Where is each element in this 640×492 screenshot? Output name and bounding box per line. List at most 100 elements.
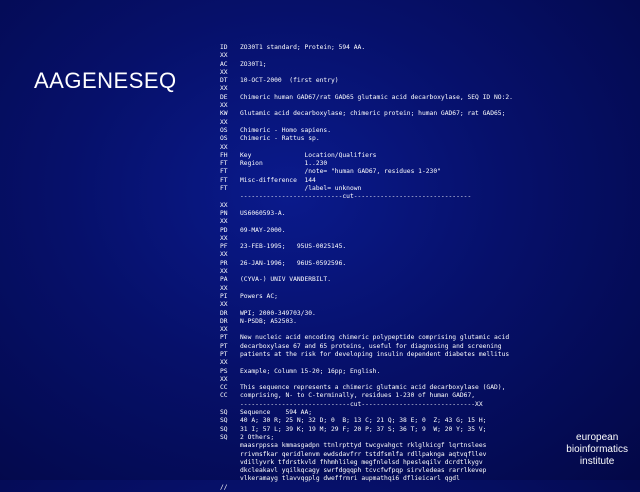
line-text: Chimeric - Homo sapiens. [240,126,331,134]
ebi-line-bioinformatics: bioinformatics [566,444,628,455]
line-text [240,235,635,243]
line-code: XX [220,326,228,334]
line-code: KW [220,110,228,118]
line-code: PT [220,350,228,358]
record-line: DR N-PSDB; A52503. [220,318,635,326]
line-text: Chimeric human GAD67/rat GAD65 glutamic … [240,93,513,101]
record-line: XX [220,119,635,127]
line-code: CC [220,392,228,400]
line-text: -----------------------------cut--------… [240,400,483,408]
record-line: PA (CYVA-) UNIV VANDERBILT. [220,276,635,284]
line-code: FT [220,168,228,176]
line-text: Sequence 594 AA; [240,409,313,417]
record-line: PI Powers AC; [220,293,635,301]
line-code: FT [220,176,228,184]
line-code: XX [220,301,228,309]
line-text: decarboxylase 67 and 65 proteins, useful… [240,342,502,350]
line-code: PR [220,259,228,267]
line-text: 23-FEB-1995; 95US-0025145. [240,243,347,251]
record-line: XX [220,69,635,77]
line-text [240,268,635,276]
line-code: PS [220,367,228,375]
record-line: XX [220,251,635,259]
line-code: SQ [220,425,228,433]
line-text: patients at the risk for developing insu… [240,350,510,358]
record-line: XX [220,52,635,60]
record-line: DT 10-OCT-2000 (first entry) [220,77,635,85]
line-text: US6060593-A. [240,209,286,217]
line-code: CC [220,384,228,392]
record-line: PD 09-MAY-2000. [220,227,635,235]
line-text [240,202,635,210]
page-title: AAGENESEQ [34,68,177,93]
line-text: WPI; 2000-349703/30. [240,309,316,317]
line-code: PN [220,209,228,217]
line-code: FT [220,160,228,168]
record-line: XX [220,285,635,293]
record-line: PS Example; Column 15-20; 16pp; English. [220,368,635,376]
record-line: FT Misc-difference 144 [220,177,635,185]
line-code: PT [220,334,228,342]
line-text: Misc-difference 144 [240,176,316,184]
record-line: PR 26-JAN-1996; 96US-0592596. [220,260,635,268]
line-text: New nucleic acid encoding chimeric polyp… [240,334,510,342]
sequence-record: ID ZO30T1 standard; Protein; 594 AA. XX AC Z… [220,44,635,492]
line-code: XX [220,102,228,110]
line-text [240,251,635,259]
line-code: XX [220,234,228,242]
line-code: DR [220,317,228,325]
line-text [240,85,635,93]
line-code: // [220,483,228,491]
line-text: dkcleakavl yqilkqcagy swrfdgqqph tcvcfwf… [240,467,487,475]
line-code: XX [220,268,228,276]
record-line: AC ZO30T1; [220,61,635,69]
record-line: FT Region 1..230 [220,160,635,168]
line-text: 09-MAY-2000. [240,226,286,234]
ebi-line-institute: institute [579,456,615,467]
record-line: PT decarboxylase 67 and 65 proteins, usef… [220,343,635,351]
line-code: PI [220,292,228,300]
line-code: XX [220,52,228,60]
record-line: DE Chimeric human GAD67/rat GAD65 glutami… [220,94,635,102]
record-line: PT patients at the risk for developing in… [220,351,635,359]
line-text [240,301,635,309]
record-line: DR WPI; 2000-349703/30. [220,310,635,318]
record-line: XX [220,218,635,226]
line-code: SQ [220,409,228,417]
line-code: XX [220,68,228,76]
record-line: SQ 40 A; 30 R; 25 N; 32 D; 0 B; 13 C; 21 … [220,417,635,425]
record-line: dkcleakavl yqilkqcagy swrfdgqqph tcvcfwf… [220,467,635,475]
ebi-logo-text: european bioinformatics institute [566,432,628,468]
line-text: Example; Column 15-20; 16pp; English. [240,367,381,375]
line-code: OS [220,126,228,134]
line-code: XX [220,284,228,292]
record-line: OS Chimeric - Homo sapiens. [220,127,635,135]
line-text [240,69,635,77]
line-text: Powers AC; [240,292,278,300]
record-line: -----------------------------cut--------… [220,401,635,409]
record-line: PF 23-FEB-1995; 95US-0025145. [220,243,635,251]
line-text: Key Location/Qualifiers [240,151,377,159]
line-code: XX [220,359,228,367]
line-code: XX [220,201,228,209]
line-text [240,359,635,367]
line-text: ---------------------------cut----------… [240,193,472,201]
line-text [240,376,635,384]
record-line: XX [220,102,635,110]
line-code: DE [220,93,228,101]
record-line: PN US6060593-A. [220,210,635,218]
line-code: SQ [220,417,228,425]
line-text: ZO30T1; [240,60,267,68]
line-code: XX [220,118,228,126]
line-text: 40 A; 30 R; 25 N; 32 D; 0 B; 13 C; 21 Q;… [240,417,487,425]
record-line: XX [220,268,635,276]
line-code: XX [220,218,228,226]
line-code: PT [220,342,228,350]
line-text: Region 1..230 [240,160,328,168]
record-line: CC comprising, N- to C-terminally, residu… [220,392,635,400]
line-text: /label= unknown [240,185,362,193]
